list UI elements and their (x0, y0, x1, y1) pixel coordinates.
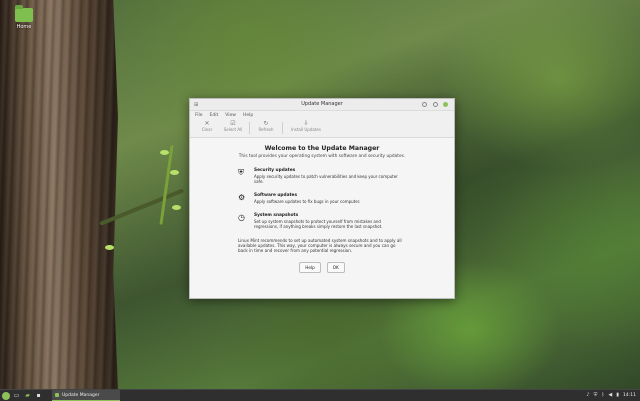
menu-file[interactable]: File (195, 113, 203, 118)
window-title: Update Manager (301, 101, 343, 107)
feature-title: Security updates (254, 168, 296, 173)
bottom-panel: ▭ ▰ ▪ Update Manager ♪ ⛨ ᛒ ◀ ▮ 14:11 (0, 389, 640, 401)
leaf (172, 205, 181, 210)
close-button[interactable] (443, 102, 448, 107)
refresh-icon: ↻ (263, 120, 269, 127)
files-icon[interactable]: ▰ (23, 392, 32, 399)
titlebar[interactable]: ⊞ Update Manager (190, 99, 454, 111)
install-icon: ⇩ (303, 120, 309, 127)
update-tray-icon[interactable]: ⛨ (594, 392, 598, 398)
show-desktop-icon[interactable]: ▭ (12, 392, 21, 399)
desktop-icon-label: Home (16, 24, 32, 30)
dialog-buttons: Help OK (204, 261, 440, 273)
terminal-icon[interactable]: ▪ (34, 392, 43, 399)
maximize-button[interactable] (433, 102, 438, 107)
install-updates-button[interactable]: ⇩ Install Updates (286, 120, 326, 132)
ok-button[interactable]: OK (326, 261, 345, 273)
menu-edit[interactable]: Edit (210, 113, 219, 118)
desktop-home-icon[interactable]: Home (10, 5, 38, 30)
clear-label: Clear (201, 127, 213, 132)
leaf (105, 245, 114, 250)
toolbar: ✕ Clear ☑ Select All ↻ Refresh ⇩ Install… (190, 120, 454, 138)
feature-security: ⛨ Security updates Apply security update… (204, 168, 440, 184)
toolbar-separator (249, 122, 250, 134)
system-tray: ♪ ⛨ ᛒ ◀ ▮ 14:11 (586, 390, 636, 400)
folder-icon (15, 5, 33, 22)
clear-icon: ✕ (204, 120, 210, 127)
toolbar-separator (282, 122, 283, 134)
refresh-label: Refresh (258, 127, 274, 132)
select-all-label: Select All (223, 127, 243, 132)
update-manager-window: ⊞ Update Manager File Edit View Help ✕ C… (189, 98, 455, 299)
volume-icon[interactable]: ◀ (608, 392, 612, 398)
help-button[interactable]: Help (299, 261, 321, 273)
select-all-button[interactable]: ☑ Select All (220, 120, 246, 132)
welcome-heading: Welcome to the Update Manager (264, 145, 380, 152)
install-updates-label: Install Updates (291, 127, 321, 132)
feature-software: ⚙ Software updates Apply software update… (204, 193, 440, 204)
battery-icon[interactable]: ▮ (616, 392, 619, 398)
select-all-icon: ☑ (230, 120, 236, 127)
taskbar-item-label: Update Manager (62, 392, 100, 398)
tree-trunk (0, 0, 118, 390)
clock-icon: ◷ (238, 213, 245, 222)
menubar: File Edit View Help (190, 111, 454, 120)
leaf (160, 150, 169, 155)
feature-desc: Apply security updates to patch vulnerab… (254, 174, 398, 184)
feature-desc: Set up system snapshots to protect yours… (254, 219, 383, 229)
clock[interactable]: 14:11 (623, 393, 636, 398)
shield-icon: ⛨ (238, 168, 244, 177)
clear-button[interactable]: ✕ Clear (194, 120, 220, 132)
start-menu-icon[interactable] (2, 391, 10, 400)
refresh-button[interactable]: ↻ Refresh (253, 120, 279, 132)
update-manager-icon (55, 393, 59, 397)
notifications-icon[interactable]: ♪ (586, 392, 589, 398)
leaf (170, 170, 179, 175)
taskbar-item-update-manager[interactable]: Update Manager (52, 390, 120, 401)
welcome-content: Welcome to the Update Manager This tool … (190, 145, 454, 273)
bluetooth-icon[interactable]: ᛒ (601, 392, 604, 398)
feature-desc: Apply software updates to fix bugs in yo… (254, 199, 361, 204)
menu-view[interactable]: View (225, 113, 236, 118)
gear-icon: ⚙ (238, 193, 246, 202)
feature-title: System snapshots (254, 213, 299, 218)
feature-snapshots: ◷ System snapshots Set up system snapsho… (204, 213, 440, 229)
minimize-button[interactable] (422, 102, 427, 107)
recommendation-note: Linux Mint recommends to set up automate… (238, 238, 402, 254)
feature-title: Software updates (254, 193, 298, 198)
welcome-subtext: This tool provides your operating system… (238, 154, 406, 159)
menu-help[interactable]: Help (243, 113, 253, 118)
plant-stem (159, 145, 174, 225)
